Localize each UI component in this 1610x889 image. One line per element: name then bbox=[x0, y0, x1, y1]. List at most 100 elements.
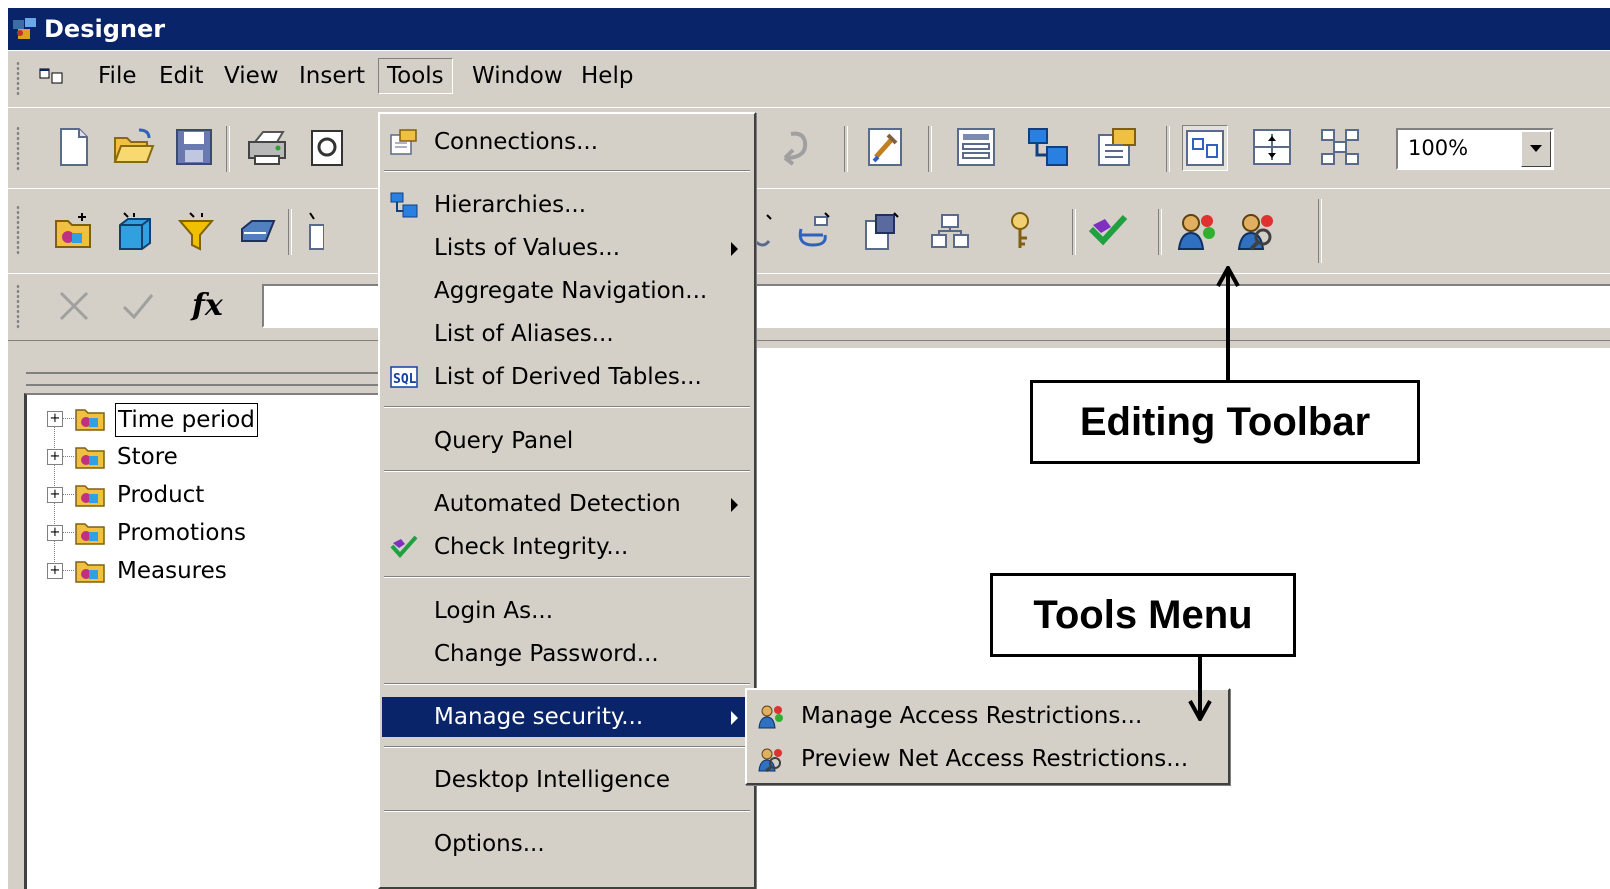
menu-item-lists-of-values[interactable]: Lists of Values... bbox=[382, 228, 752, 268]
menu-item-options[interactable]: Options... bbox=[382, 824, 752, 864]
manage-access-button[interactable] bbox=[1176, 209, 1220, 253]
menu-window[interactable]: Window bbox=[464, 59, 571, 93]
manage-access-icon bbox=[1177, 214, 1215, 250]
menu-tools[interactable]: Tools bbox=[378, 58, 453, 94]
connections-icon bbox=[390, 129, 417, 155]
manage-security-submenu: Manage Access Restrictions... Preview Ne… bbox=[745, 688, 1230, 785]
undo-arrow-icon bbox=[783, 131, 808, 166]
mdi-window-icon[interactable] bbox=[38, 67, 74, 87]
expand-plus-icon[interactable]: + bbox=[47, 449, 63, 465]
menu-view[interactable]: View bbox=[216, 59, 287, 93]
fx-label[interactable]: fx bbox=[192, 288, 223, 323]
insert-condition-button[interactable] bbox=[174, 209, 218, 253]
toolbar-separator bbox=[1072, 209, 1076, 255]
submenu-arrow-icon bbox=[731, 498, 738, 512]
menu-item-list-of-aliases[interactable]: List of Aliases... bbox=[382, 314, 752, 354]
insert-class-icon bbox=[55, 213, 91, 248]
menu-item-hierarchies[interactable]: Hierarchies... bbox=[382, 185, 752, 225]
detect-joins-button[interactable] bbox=[928, 209, 972, 253]
open-folder-icon bbox=[113, 128, 155, 163]
table-browser-button[interactable] bbox=[954, 125, 998, 169]
redo-button[interactable] bbox=[773, 125, 817, 169]
close-x-icon bbox=[59, 291, 89, 321]
open-button[interactable] bbox=[112, 125, 156, 169]
arrange-tables-button[interactable] bbox=[1250, 125, 1294, 169]
menu-item-label: Aggregate Navigation... bbox=[434, 278, 708, 304]
menubar-grip[interactable] bbox=[16, 61, 20, 97]
accept-formula-button[interactable] bbox=[116, 284, 160, 328]
insert-alias-button[interactable] bbox=[792, 209, 836, 253]
expand-plus-icon[interactable]: + bbox=[47, 411, 63, 427]
insert-object-button[interactable] bbox=[112, 209, 156, 253]
svg-text:SQL: SQL bbox=[393, 372, 417, 387]
menu-insert[interactable]: Insert bbox=[291, 59, 373, 93]
view-structure-icon bbox=[1186, 130, 1224, 166]
preview-access-icon bbox=[1237, 214, 1273, 251]
menu-item-manage-access-restrictions[interactable]: Manage Access Restrictions... bbox=[749, 696, 1226, 736]
insert-class-button[interactable] bbox=[52, 209, 96, 253]
hierarchies-icon bbox=[1028, 128, 1068, 166]
insert-derived-table-button[interactable] bbox=[860, 209, 904, 253]
editing-toolbar-callout: Editing Toolbar bbox=[1030, 380, 1420, 464]
menu-item-label: Lists of Values... bbox=[434, 235, 621, 261]
save-button[interactable] bbox=[172, 125, 216, 169]
tree-connector bbox=[62, 570, 74, 571]
preview-access-icon bbox=[758, 748, 782, 772]
standard-toolbar bbox=[8, 107, 1610, 189]
tree-item-label: Time period bbox=[115, 403, 258, 437]
menu-separator bbox=[384, 576, 750, 578]
expand-plus-icon[interactable]: + bbox=[47, 487, 63, 503]
expand-plus-icon[interactable]: + bbox=[47, 525, 63, 541]
menu-file[interactable]: File bbox=[90, 59, 145, 93]
zoom-dropdown-button[interactable] bbox=[1521, 131, 1551, 167]
pane-splitter[interactable] bbox=[26, 372, 386, 386]
new-button[interactable] bbox=[52, 125, 96, 169]
properties-button[interactable] bbox=[864, 125, 908, 169]
connections-toolbar-button[interactable] bbox=[1096, 125, 1140, 169]
view-structure-button[interactable] bbox=[1182, 125, 1228, 171]
new-document-icon bbox=[60, 128, 88, 166]
callout-label: Editing Toolbar bbox=[1079, 399, 1371, 444]
chevron-down-icon bbox=[1530, 145, 1542, 152]
zoom-combobox[interactable]: 100% bbox=[1396, 128, 1554, 170]
class-folder-icon bbox=[75, 561, 105, 583]
menu-item-query-panel[interactable]: Query Panel bbox=[382, 421, 752, 461]
menu-item-automated-detection[interactable]: Automated Detection bbox=[382, 484, 752, 524]
cardinality-icon bbox=[753, 214, 772, 247]
preview-access-button[interactable] bbox=[1236, 209, 1280, 253]
insert-join-button[interactable] bbox=[236, 209, 280, 253]
cancel-formula-button[interactable] bbox=[52, 284, 96, 328]
tree-connector bbox=[62, 532, 74, 533]
standard-toolbar-grip[interactable] bbox=[16, 126, 20, 172]
partial-tool-button[interactable] bbox=[292, 209, 336, 253]
formula-bar-grip[interactable] bbox=[16, 284, 20, 330]
key-icon bbox=[1011, 212, 1029, 248]
menu-item-preview-net-access-restrictions[interactable]: Preview Net Access Restrictions... bbox=[749, 739, 1226, 779]
menu-item-change-password[interactable]: Change Password... bbox=[382, 634, 752, 674]
check-integrity-button[interactable] bbox=[1086, 209, 1130, 253]
insert-object-icon bbox=[119, 212, 151, 250]
expand-plus-icon[interactable]: + bbox=[47, 563, 63, 579]
printer-icon bbox=[248, 131, 286, 165]
hierarchies-toolbar-button[interactable] bbox=[1026, 125, 1070, 169]
menu-item-desktop-intelligence[interactable]: Desktop Intelligence bbox=[382, 760, 752, 800]
menu-item-list-of-derived-tables[interactable]: SQL List of Derived Tables... bbox=[382, 357, 752, 397]
tree-connector bbox=[62, 418, 74, 419]
menu-item-connections[interactable]: Connections... bbox=[382, 122, 752, 162]
menu-item-manage-security[interactable]: Manage security... bbox=[382, 697, 752, 737]
table-values-button[interactable] bbox=[1318, 125, 1362, 169]
editing-toolbar-grip[interactable] bbox=[16, 205, 20, 255]
menu-item-label: Connections... bbox=[434, 129, 599, 155]
hierarchies-icon bbox=[390, 192, 418, 218]
print-button[interactable] bbox=[246, 125, 290, 169]
menu-item-label: Check Integrity... bbox=[434, 534, 629, 560]
menu-item-aggregate-navigation[interactable]: Aggregate Navigation... bbox=[382, 271, 752, 311]
tree-item-label: Promotions bbox=[117, 520, 247, 546]
menu-item-login-as[interactable]: Login As... bbox=[382, 591, 752, 631]
callout-arrow-up-icon bbox=[1216, 266, 1240, 382]
menu-edit[interactable]: Edit bbox=[151, 59, 212, 93]
print-preview-button[interactable] bbox=[308, 125, 352, 169]
menu-help[interactable]: Help bbox=[573, 59, 641, 93]
detect-keys-button[interactable] bbox=[998, 209, 1042, 253]
menu-item-check-integrity[interactable]: Check Integrity... bbox=[382, 527, 752, 567]
